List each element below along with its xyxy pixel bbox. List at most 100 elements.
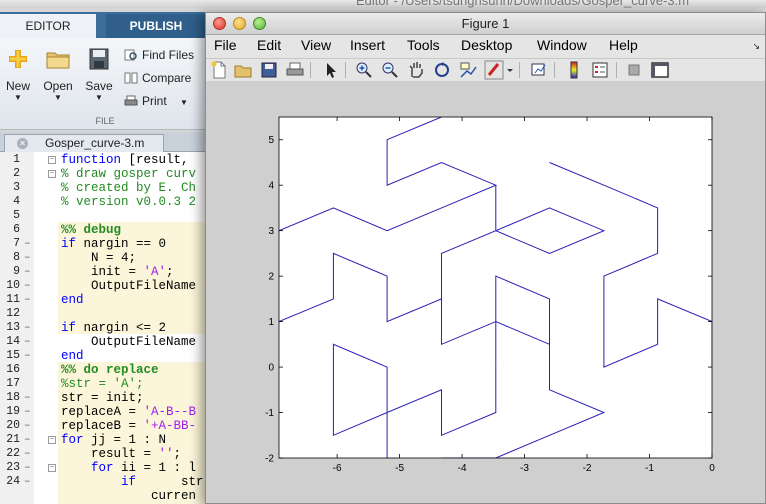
x-tick-label: -1 bbox=[645, 463, 654, 474]
breakpoint-marker[interactable]: – bbox=[24, 321, 31, 335]
breakpoint-marker[interactable]: – bbox=[24, 293, 31, 307]
x-tick-label: -4 bbox=[458, 463, 467, 474]
pointer-icon[interactable] bbox=[320, 60, 340, 80]
breakpoint-marker[interactable]: – bbox=[24, 461, 31, 475]
code-line[interactable]: 5 bbox=[0, 209, 210, 223]
code-editor[interactable]: 1− function [result, 2−% draw gosper curv 3… bbox=[0, 152, 210, 504]
menu-desktop[interactable]: Desktop bbox=[461, 37, 512, 53]
tab-editor[interactable]: EDITOR bbox=[0, 14, 96, 38]
save-icon[interactable] bbox=[259, 60, 279, 80]
code-line[interactable]: curren bbox=[0, 489, 210, 503]
code-text: %% do replace bbox=[61, 363, 159, 377]
zoom-out-icon[interactable] bbox=[380, 60, 400, 80]
code-line[interactable]: 19– replaceA = 'A-B--B bbox=[0, 405, 210, 419]
breakpoint-marker[interactable]: – bbox=[24, 349, 31, 363]
legend-icon[interactable] bbox=[590, 60, 610, 80]
menu-insert[interactable]: Insert bbox=[350, 37, 385, 53]
desktop: Editor - /Users/tsunghsuhn/Downloads/Gos… bbox=[0, 0, 766, 504]
breakpoint-marker[interactable]: – bbox=[24, 251, 31, 265]
menu-view[interactable]: View bbox=[301, 37, 331, 53]
code-text: function [result, bbox=[61, 153, 189, 167]
print-button[interactable]: Print ▼ bbox=[124, 92, 188, 110]
fold-toggle-icon[interactable]: − bbox=[48, 156, 56, 164]
find-files-button[interactable]: Find Files bbox=[124, 46, 194, 64]
menu-file[interactable]: File bbox=[214, 37, 237, 53]
menu-help[interactable]: Help bbox=[609, 37, 638, 53]
new-figure-icon[interactable] bbox=[209, 60, 229, 80]
editor-title-bar: Editor - /Users/tsunghsuhn/Downloads/Gos… bbox=[0, 0, 766, 8]
hide-plot-tools-icon[interactable] bbox=[624, 60, 644, 80]
open-file-icon[interactable] bbox=[233, 60, 253, 80]
open-button[interactable]: Open ▼ bbox=[42, 48, 74, 102]
brush-icon[interactable] bbox=[484, 60, 514, 80]
line-number: 21 bbox=[6, 433, 20, 446]
code-line[interactable]: 3 % created by E. Ch bbox=[0, 181, 210, 195]
compare-button[interactable]: Compare bbox=[124, 69, 191, 87]
dock-arrow-icon[interactable]: ↘ bbox=[752, 41, 760, 52]
fold-toggle-icon[interactable]: − bbox=[48, 464, 56, 472]
menu-tools[interactable]: Tools bbox=[407, 37, 440, 53]
zoom-in-icon[interactable] bbox=[354, 60, 374, 80]
breakpoint-marker[interactable]: – bbox=[24, 405, 31, 419]
code-line[interactable]: 15– end bbox=[0, 349, 210, 363]
show-plot-tools-icon[interactable] bbox=[650, 60, 670, 80]
code-line[interactable]: 4 % version v0.0.3 2 bbox=[0, 195, 210, 209]
code-line[interactable]: 23– − for ii = 1 : l bbox=[0, 461, 210, 475]
code-line[interactable]: 12 bbox=[0, 307, 210, 321]
breakpoint-marker[interactable]: – bbox=[24, 335, 31, 349]
code-text: replaceA = 'A-B--B bbox=[61, 405, 197, 419]
breakpoint-marker[interactable]: – bbox=[24, 447, 31, 461]
rotate-3d-icon[interactable] bbox=[432, 60, 452, 80]
file-tab[interactable]: ✕ Gosper_curve-3.m bbox=[4, 134, 164, 152]
save-button[interactable]: Save ▼ bbox=[84, 48, 114, 102]
print-icon[interactable] bbox=[285, 60, 305, 80]
code-text: %% debug bbox=[61, 223, 122, 237]
chevron-down-icon: ▼ bbox=[180, 98, 188, 107]
code-line[interactable]: 20– replaceB = '+A-BB- bbox=[0, 419, 210, 433]
breakpoint-marker[interactable]: – bbox=[24, 419, 31, 433]
tab-publish[interactable]: PUBLISH bbox=[106, 14, 206, 38]
code-text: replaceB = '+A-BB- bbox=[61, 419, 197, 433]
fold-toggle-icon[interactable]: − bbox=[48, 436, 56, 444]
menu-edit[interactable]: Edit bbox=[257, 37, 281, 53]
code-line[interactable]: 2 −% draw gosper curv bbox=[0, 167, 210, 181]
fold-toggle-icon[interactable]: − bbox=[48, 170, 56, 178]
link-plot-icon[interactable] bbox=[529, 60, 549, 80]
pan-icon[interactable] bbox=[406, 60, 426, 80]
code-line[interactable]: 17 %str = 'A'; bbox=[0, 377, 210, 391]
close-icon[interactable]: ✕ bbox=[17, 138, 28, 149]
code-text: N = 4; bbox=[61, 251, 137, 265]
code-text: for jj = 1 : N bbox=[61, 433, 167, 447]
code-line[interactable]: 7– if nargin == 0 bbox=[0, 237, 210, 251]
code-line[interactable]: 1 − function [result, bbox=[0, 153, 210, 167]
menu-window[interactable]: Window bbox=[537, 37, 587, 53]
code-line[interactable]: 8– N = 4; bbox=[0, 251, 210, 265]
code-line[interactable]: 6 %% debug bbox=[0, 223, 210, 237]
code-line[interactable]: 9– init = 'A'; bbox=[0, 265, 210, 279]
gosper-curve-plot[interactable]: -6 -5 -4 -3 -2 -1 0 -2 -1 0 1 2 3 4 5 bbox=[206, 81, 765, 503]
breakpoint-marker[interactable]: – bbox=[24, 475, 31, 489]
data-cursor-icon[interactable] bbox=[458, 60, 478, 80]
code-line[interactable]: 22– result = ''; bbox=[0, 447, 210, 461]
breakpoint-marker[interactable]: – bbox=[24, 279, 31, 293]
code-line[interactable]: 18– str = init; bbox=[0, 391, 210, 405]
code-text: OutputFileName bbox=[61, 279, 197, 293]
code-line[interactable]: 13– if nargin <= 2 bbox=[0, 321, 210, 335]
code-line[interactable]: 21– − for jj = 1 : N bbox=[0, 433, 210, 447]
code-line[interactable]: 10– OutputFileName bbox=[0, 279, 210, 293]
toolbar-separator bbox=[616, 62, 617, 78]
breakpoint-marker[interactable]: – bbox=[24, 265, 31, 279]
new-button[interactable]: New ▼ bbox=[4, 48, 32, 102]
line-number: 22 bbox=[6, 447, 20, 460]
figure-window: Figure 1 File Edit View Insert Tools Des… bbox=[205, 12, 766, 504]
breakpoint-marker[interactable]: – bbox=[24, 237, 31, 251]
colorbar-icon[interactable] bbox=[564, 60, 584, 80]
code-line[interactable]: 16 %% do replace bbox=[0, 363, 210, 377]
code-text: for ii = 1 : l bbox=[91, 461, 197, 475]
plot-canvas[interactable]: -6 -5 -4 -3 -2 -1 0 -2 -1 0 1 2 3 4 5 bbox=[206, 81, 765, 503]
code-line[interactable]: 14– OutputFileName bbox=[0, 335, 210, 349]
code-line[interactable]: 24– if str bbox=[0, 475, 210, 489]
breakpoint-marker[interactable]: – bbox=[24, 391, 31, 405]
breakpoint-marker[interactable]: – bbox=[24, 433, 31, 447]
code-line[interactable]: 11– end bbox=[0, 293, 210, 307]
